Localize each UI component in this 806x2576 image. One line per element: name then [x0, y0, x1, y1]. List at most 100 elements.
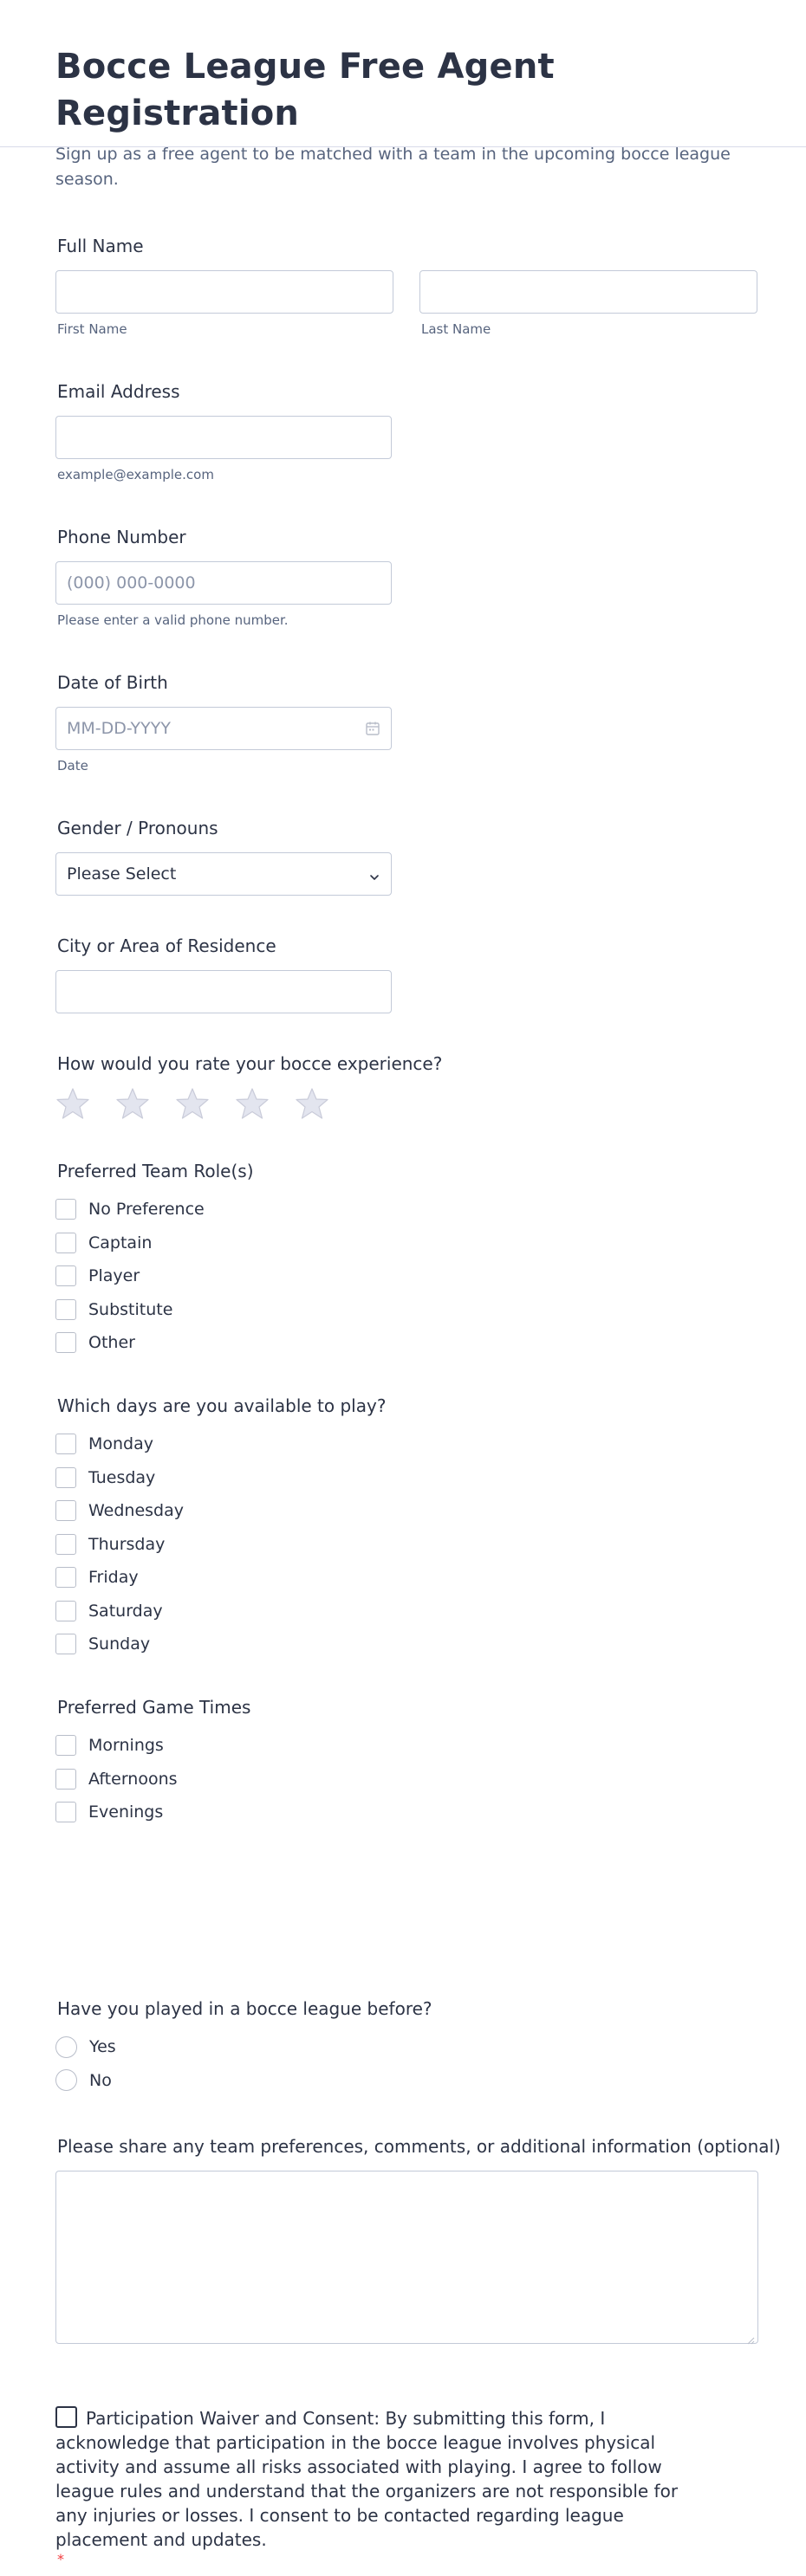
checkbox-option[interactable]: Player [55, 1259, 254, 1293]
full-name-field: Full Name First Name Last Name [55, 234, 758, 338]
required-asterisk: * [57, 2551, 64, 2567]
checkbox-option-label: Sunday [88, 1634, 151, 1654]
checkbox[interactable] [55, 1533, 76, 1555]
checkbox-option[interactable]: Substitute [55, 1293, 254, 1327]
waiver-checkbox[interactable] [55, 2406, 77, 2428]
checkbox[interactable] [55, 1768, 76, 1790]
checkbox[interactable] [55, 1735, 76, 1757]
checkbox-option[interactable]: Wednesday [55, 1494, 386, 1528]
city-field: City or Area of Residence [55, 934, 392, 1013]
phone-placeholder: (000) 000-0000 [67, 573, 196, 592]
checkbox-option-label: Friday [88, 1568, 139, 1588]
dob-sublabel: Date [57, 758, 88, 773]
checkbox-option-label: Evenings [88, 1803, 164, 1822]
waiver-consent: Participation Waiver and Consent: By sub… [55, 2406, 697, 2567]
calendar-icon[interactable] [365, 721, 380, 736]
checkbox-option[interactable]: Saturday [55, 1595, 386, 1628]
radio-button[interactable] [55, 2069, 77, 2092]
team-role-field: Preferred Team Role(s) No Preference Capt… [55, 1159, 254, 1360]
chevron-down-icon [368, 869, 380, 881]
radio-button[interactable] [55, 2036, 77, 2058]
checkbox[interactable] [55, 1500, 76, 1522]
form-subtitle: Sign up as a free agent to be matched wi… [55, 145, 731, 189]
first-name-sublabel: First Name [57, 321, 127, 337]
dob-placeholder: MM-DD-YYYY [67, 719, 171, 738]
star-icon[interactable] [115, 1087, 150, 1120]
radio-option[interactable]: Yes [55, 2030, 432, 2064]
waiver-text: Participation Waiver and Consent: By sub… [55, 2408, 679, 2550]
phone-input[interactable]: (000) 000-0000 [55, 561, 392, 605]
checkbox[interactable] [55, 1434, 76, 1455]
city-input[interactable] [55, 970, 392, 1013]
team-role-label: Preferred Team Role(s) [57, 1161, 254, 1181]
checkbox[interactable] [55, 1332, 76, 1354]
comments-label: Please share any team preferences, comme… [57, 2136, 781, 2157]
phone-field: Phone Number (000) 000-0000 Please enter… [55, 525, 392, 629]
star-icon[interactable] [235, 1087, 270, 1120]
checkbox[interactable] [55, 1298, 76, 1320]
rating-label: How would you rate your bocce experience… [57, 1053, 443, 1074]
checkbox-option[interactable]: Friday [55, 1561, 386, 1595]
times-options: Mornings Afternoons Evenings [55, 1729, 250, 1829]
played-before-field: Have you played in a bocce league before… [55, 1997, 432, 2097]
played-before-options: Yes No [55, 2030, 432, 2097]
checkbox-option[interactable]: Thursday [55, 1528, 386, 1562]
checkbox[interactable] [55, 1466, 76, 1488]
checkbox-option-label: Thursday [88, 1534, 166, 1554]
checkbox-option[interactable]: Mornings [55, 1729, 250, 1763]
radio-option[interactable]: No [55, 2064, 432, 2098]
days-label: Which days are you available to play? [57, 1395, 387, 1416]
phone-label: Phone Number [57, 527, 186, 547]
comments-textarea[interactable] [55, 2171, 758, 2345]
checkbox[interactable] [55, 1265, 76, 1287]
star-rating [55, 1087, 442, 1120]
checkbox-option[interactable]: Sunday [55, 1628, 386, 1661]
checkbox[interactable] [55, 1600, 76, 1621]
gender-label: Gender / Pronouns [57, 818, 218, 838]
checkbox-option[interactable]: Captain [55, 1227, 254, 1260]
star-icon[interactable] [175, 1087, 210, 1120]
checkbox-option[interactable]: Tuesday [55, 1461, 386, 1495]
phone-sublabel: Please enter a valid phone number. [57, 612, 289, 628]
resize-handle-icon[interactable] [746, 2332, 755, 2345]
star-icon[interactable] [55, 1087, 90, 1120]
form-header: Bocce League Free Agent Registration Sig… [0, 0, 806, 189]
checkbox-option-label: Tuesday [88, 1467, 156, 1487]
times-field: Preferred Game Times Mornings Afternoons E… [55, 1695, 250, 1829]
checkbox-option-label: Other [88, 1333, 135, 1353]
team-role-options: No Preference Captain Player Substitute Othe… [55, 1193, 254, 1360]
gender-field: Gender / Pronouns Please Select [55, 816, 392, 896]
checkbox[interactable] [55, 1232, 76, 1253]
played-before-label: Have you played in a bocce league before… [57, 1998, 432, 2019]
full-name-label: Full Name [57, 236, 144, 256]
days-field: Which days are you available to play? Mo… [55, 1394, 386, 1661]
dob-field: Date of Birth MM-DD-YYYY Date [55, 670, 392, 774]
checkbox-option[interactable]: Monday [55, 1427, 386, 1461]
checkbox-option-label: Wednesday [88, 1501, 185, 1521]
gender-select[interactable]: Please Select [55, 852, 392, 896]
email-sublabel: example@example.com [57, 467, 214, 482]
checkbox-option-label: Mornings [88, 1736, 164, 1756]
first-name-input[interactable] [55, 270, 393, 314]
dob-input[interactable]: MM-DD-YYYY [55, 707, 392, 750]
star-icon[interactable] [295, 1087, 329, 1120]
checkbox[interactable] [55, 1567, 76, 1589]
checkbox-option[interactable]: Afternoons [55, 1763, 250, 1796]
checkbox[interactable] [55, 1802, 76, 1823]
checkbox-option[interactable]: No Preference [55, 1193, 254, 1227]
checkbox-option-label: Substitute [88, 1299, 173, 1319]
checkbox-option[interactable]: Other [55, 1326, 254, 1360]
email-input[interactable] [55, 416, 392, 459]
checkbox-option-label: Player [88, 1266, 140, 1286]
last-name-input[interactable] [419, 270, 757, 314]
checkbox[interactable] [55, 1634, 76, 1655]
comments-field: Please share any team preferences, comme… [55, 2134, 781, 2345]
checkbox-option-label: Captain [88, 1233, 153, 1252]
days-options: Monday Tuesday Wednesday Thursday Friday Satu… [55, 1427, 386, 1661]
checkbox[interactable] [55, 1199, 76, 1220]
form-title: Bocce League Free Agent Registration [55, 47, 555, 133]
gender-selected-value: Please Select [67, 864, 177, 883]
checkbox-option-label: No Preference [88, 1200, 205, 1220]
checkbox-option[interactable]: Evenings [55, 1796, 250, 1829]
city-label: City or Area of Residence [57, 935, 276, 956]
